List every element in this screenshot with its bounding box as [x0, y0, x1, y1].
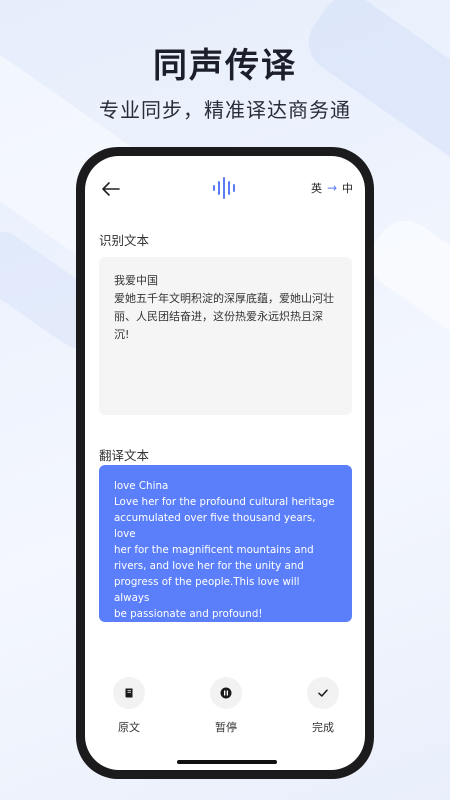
- back-arrow-icon[interactable]: [99, 177, 123, 201]
- original-text-button[interactable]: 原文: [99, 677, 159, 735]
- translated-text: love China Love her for the profound cul…: [114, 480, 335, 620]
- recognized-text: 我爱中国 爱她五千年文明积淀的深厚底蕴，爱她山河壮 丽、人民团结奋进，这份热爱永…: [114, 274, 334, 341]
- home-indicator: [177, 760, 277, 764]
- arrow-right-icon: →: [326, 181, 337, 195]
- hero-subtitle: 专业同步，精准译达商务通: [99, 98, 351, 122]
- top-bar: 英 → 中: [85, 176, 365, 202]
- pause-icon: [210, 677, 242, 709]
- phone-frame: 英 → 中 识别文本 我爱中国 爱她五千年文明积淀的深厚底蕴，爱她山河壮 丽、人…: [76, 147, 374, 779]
- source-language: 英: [310, 182, 322, 195]
- pause-label: 暂停: [215, 721, 237, 734]
- phone-screen: 英 → 中 识别文本 我爱中国 爱她五千年文明积淀的深厚底蕴，爱她山河壮 丽、人…: [85, 156, 365, 770]
- recognized-text-label: 识别文本: [99, 233, 150, 248]
- pause-button[interactable]: 暂停: [196, 677, 256, 735]
- done-label: 完成: [312, 721, 334, 734]
- recognized-text-box[interactable]: 我爱中国 爱她五千年文明积淀的深厚底蕴，爱她山河壮 丽、人民团结奋进，这份热爱永…: [99, 257, 352, 415]
- book-icon: [113, 677, 145, 709]
- target-language: 中: [342, 182, 353, 195]
- translated-text-label: 翻译文本: [99, 448, 150, 463]
- language-switch[interactable]: 英 → 中: [311, 180, 353, 196]
- done-button[interactable]: 完成: [293, 677, 353, 735]
- check-icon: [307, 677, 339, 709]
- original-text-label: 原文: [118, 721, 140, 734]
- sound-wave-icon: [211, 176, 239, 200]
- hero-title: 同声传译: [153, 46, 297, 86]
- translated-text-box[interactable]: love China Love her for the profound cul…: [99, 465, 352, 622]
- action-bar: 原文 暂停 完成: [85, 677, 365, 737]
